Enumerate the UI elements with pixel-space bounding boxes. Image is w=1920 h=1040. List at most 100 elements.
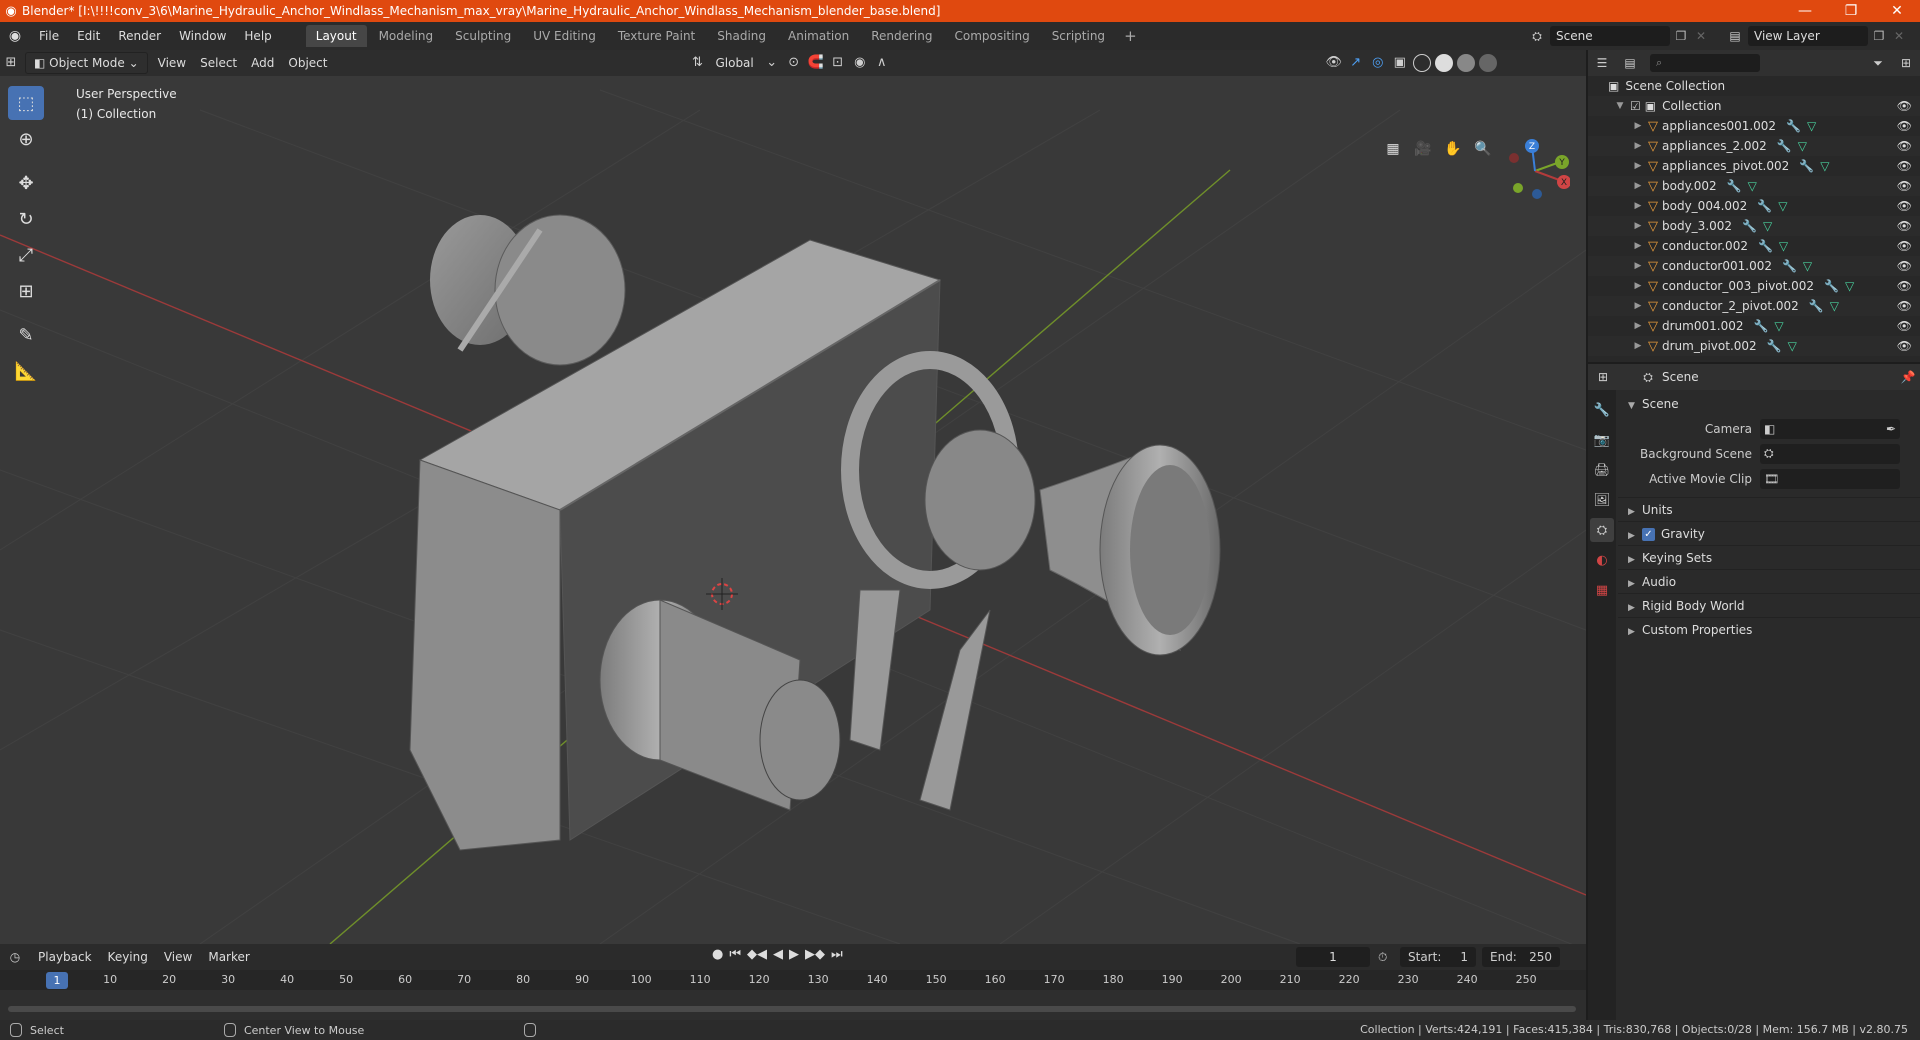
mesh-data-icon[interactable]: ▽ [1779,239,1788,253]
scale-tool-icon[interactable]: ⤢ [8,238,44,272]
scene-panel-header[interactable]: ▼ Scene [1618,392,1920,416]
menu-file[interactable]: File [30,22,68,50]
navigation-gizmo[interactable]: Z Y X [1500,136,1570,206]
mesh-data-icon[interactable]: ▽ [1778,199,1787,213]
mesh-data-icon[interactable]: ▽ [1803,259,1812,273]
eye-icon[interactable]: 👁 [1897,216,1912,236]
solid-shading-icon[interactable] [1434,54,1453,72]
view-layer-tab-icon[interactable]: 🖼 [1590,488,1614,512]
keying-sets-panel[interactable]: ▶ Keying Sets [1618,545,1920,569]
scene-properties-tab-icon[interactable]: ⛭ [1590,518,1614,542]
delete-scene-icon[interactable]: ✕ [1692,29,1710,43]
annotate-tool-icon[interactable]: ✎ [8,318,44,352]
eye-icon[interactable]: 👁 [1897,176,1912,196]
tool-tab-icon[interactable]: 🔧 [1590,398,1614,422]
units-panel[interactable]: ▶ Units [1618,497,1920,521]
menu-object[interactable]: Object [281,53,334,73]
outliner-search-input[interactable]: ⌕ [1650,54,1760,72]
modifier-wrench-icon[interactable]: 🔧 [1727,179,1742,193]
output-tab-icon[interactable]: 🖨 [1590,458,1614,482]
camera-field[interactable]: ◧ ✒ [1760,418,1900,439]
outliner-object-row[interactable]: ▶ ▽ body_3.002 🔧 ▽ 👁 [1588,216,1920,236]
outliner-collection[interactable]: ▼ ☑ ▣ Collection 👁 [1588,96,1920,116]
mesh-data-icon[interactable]: ▽ [1748,179,1757,193]
visibility-icon[interactable]: 👁 [1323,53,1345,73]
eye-icon[interactable]: 👁 [1897,96,1912,116]
menu-playback[interactable]: Playback [30,947,100,967]
modifier-wrench-icon[interactable]: 🔧 [1777,139,1792,153]
world-tab-icon[interactable]: ◐ [1590,548,1614,572]
outliner-object-row[interactable]: ▶ ▽ appliances001.002 🔧 ▽ 👁 [1588,116,1920,136]
view-layer-selector[interactable]: ▤ View Layer ❐ ✕ [1722,25,1920,47]
pan-hand-icon[interactable]: ✋ [1440,136,1466,162]
texture-tab-icon[interactable]: ▦ [1590,578,1614,602]
audio-panel[interactable]: ▶ Audio [1618,569,1920,593]
editor-type-icon[interactable]: ⊞ [0,53,22,73]
collapsed-triangle-icon[interactable]: ▶ [1632,121,1644,131]
properties-editor-icon[interactable]: ⊞ [1588,370,1618,384]
close-button[interactable]: ✕ [1874,0,1920,22]
eye-icon[interactable]: 👁 [1897,236,1912,256]
play-reverse-icon[interactable]: ◀ [773,947,783,962]
tab-compositing[interactable]: Compositing [944,25,1039,47]
mesh-data-icon[interactable]: ▽ [1774,319,1783,333]
menu-view[interactable]: View [151,53,193,73]
outliner-object-row[interactable]: ▶ ▽ appliances_2.002 🔧 ▽ 👁 [1588,136,1920,156]
rotate-tool-icon[interactable]: ↻ [8,202,44,236]
3d-viewport[interactable]: ⊞ ◧ Object Mode ⌄ View Select Add Object… [0,50,1586,944]
camera-view-icon[interactable]: 🎥 [1410,136,1436,162]
active-movie-clip-field[interactable]: 🎞 [1760,468,1900,489]
current-frame-field[interactable]: 1 [1296,947,1370,967]
collapsed-triangle-icon[interactable]: ▶ [1632,161,1644,171]
next-keyframe-icon[interactable]: ▶◆ [805,947,825,962]
mesh-data-icon[interactable]: ▽ [1845,279,1854,293]
gizmo-icon[interactable]: ↗ [1345,53,1367,73]
outliner-object-row[interactable]: ▶ ▽ conductor_003_pivot.002 🔧 ▽ 👁 [1588,276,1920,296]
display-mode-icon[interactable]: ▤ [1616,56,1644,70]
modifier-wrench-icon[interactable]: 🔧 [1753,319,1768,333]
move-tool-icon[interactable]: ✥ [8,166,44,200]
proportional-edit-icon[interactable]: ◉ [849,53,871,73]
collapsed-triangle-icon[interactable]: ▶ [1632,281,1644,291]
snap-icon[interactable]: 🧲 [805,53,827,73]
play-icon[interactable]: ▶ [789,947,799,962]
rigid-body-world-panel[interactable]: ▶ Rigid Body World [1618,593,1920,617]
tab-uv-editing[interactable]: UV Editing [523,25,606,47]
pivot-point-icon[interactable]: ⊙ [783,53,805,73]
gravity-checkbox[interactable]: ✓ [1642,528,1655,541]
zoom-icon[interactable]: 🔍 [1470,136,1496,162]
background-scene-field[interactable]: ⛭ [1760,443,1900,464]
end-frame-field[interactable]: End: 250 [1482,947,1560,967]
modifier-wrench-icon[interactable]: 🔧 [1799,159,1814,173]
cursor-tool-icon[interactable]: ⊕ [8,122,44,156]
eye-icon[interactable]: 👁 [1897,276,1912,296]
wireframe-shading-icon[interactable] [1412,54,1431,72]
mesh-data-icon[interactable]: ▽ [1820,159,1829,173]
collapsed-triangle-icon[interactable]: ▶ [1632,241,1644,251]
collapsed-triangle-icon[interactable]: ▶ [1632,221,1644,231]
modifier-wrench-icon[interactable]: 🔧 [1757,199,1772,213]
tab-rendering[interactable]: Rendering [861,25,942,47]
menu-window[interactable]: Window [170,22,235,50]
outliner-object-row[interactable]: ▶ ▽ drum_pivot.002 🔧 ▽ 👁 [1588,336,1920,356]
render-tab-icon[interactable]: 📷 [1590,428,1614,452]
record-icon[interactable]: ● [712,947,723,962]
snap-target-icon[interactable]: ⊡ [827,53,849,73]
minimize-button[interactable]: — [1782,0,1828,22]
menu-edit[interactable]: Edit [68,22,109,50]
jump-end-icon[interactable]: ⏭ [831,947,843,962]
transform-tool-icon[interactable]: ⊞ [8,274,44,308]
maximize-button[interactable]: ❐ [1828,0,1874,22]
collapsed-triangle-icon[interactable]: ▶ [1632,321,1644,331]
menu-select[interactable]: Select [193,53,244,73]
modifier-wrench-icon[interactable]: 🔧 [1758,239,1773,253]
overlays-icon[interactable]: ◎ [1367,53,1389,73]
modifier-wrench-icon[interactable]: 🔧 [1782,259,1797,273]
mesh-data-icon[interactable]: ▽ [1788,339,1797,353]
timeline-scrollbar[interactable] [8,1006,1576,1012]
new-scene-icon[interactable]: ❐ [1670,29,1692,43]
tab-shading[interactable]: Shading [707,25,776,47]
falloff-icon[interactable]: ∧ [871,53,893,73]
xray-icon[interactable]: ▣ [1389,53,1411,73]
viewport-scene[interactable] [0,50,1586,944]
